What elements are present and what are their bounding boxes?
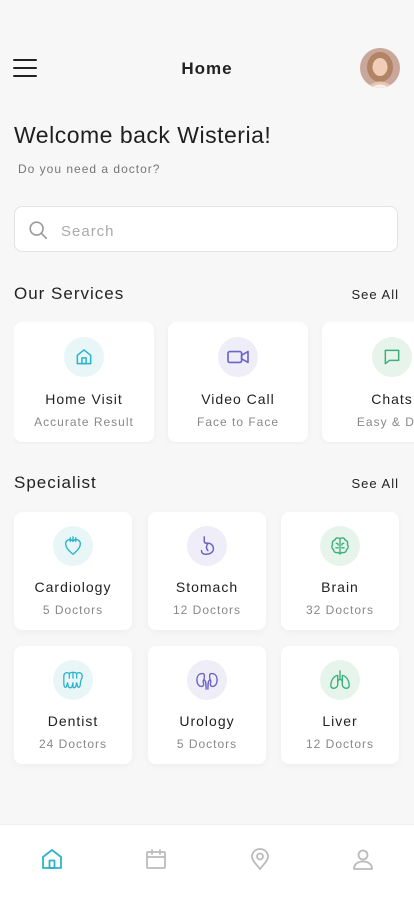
specialist-card-stomach[interactable]: Stomach 12 Doctors xyxy=(148,512,266,630)
specialist-title: Cardiology xyxy=(34,579,112,595)
search-input[interactable] xyxy=(59,217,383,245)
service-icon-bg xyxy=(218,337,258,377)
avatar[interactable] xyxy=(360,48,400,88)
welcome-heading: Welcome back Wisteria! xyxy=(14,122,272,148)
welcome-subtitle: Do you need a doctor? xyxy=(18,162,161,176)
stomach-icon xyxy=(200,536,215,555)
service-icon-bg xyxy=(64,337,104,377)
specialist-see-all-link[interactable]: See All xyxy=(352,476,399,491)
chat-icon xyxy=(384,349,400,365)
service-subtitle: Accurate Result xyxy=(34,415,134,429)
service-title: Chats xyxy=(371,391,413,407)
specialist-icon-bg xyxy=(320,526,360,566)
specialist-icon-bg xyxy=(187,526,227,566)
specialist-card-cardiology[interactable]: Cardiology 5 Doctors xyxy=(14,512,132,630)
video-icon xyxy=(227,350,249,364)
service-subtitle: Easy & Diff xyxy=(356,415,414,429)
tab-calendar[interactable] xyxy=(144,847,168,871)
service-card-home-visit[interactable]: Home Visit Accurate Result xyxy=(14,322,154,442)
specialist-card-liver[interactable]: Liver 12 Doctors xyxy=(281,646,399,764)
services-see-all-link[interactable]: See All xyxy=(352,287,399,302)
profile-icon xyxy=(353,849,373,870)
app-header: Home xyxy=(0,44,414,92)
services-title: Our Services xyxy=(14,284,125,303)
service-card-video-call[interactable]: Video Call Face to Face xyxy=(168,322,308,442)
brain-icon xyxy=(331,537,349,555)
specialist-icon-bg xyxy=(53,526,93,566)
specialist-card-brain[interactable]: Brain 32 Doctors xyxy=(281,512,399,630)
specialist-title: Dentist xyxy=(47,713,99,729)
specialist-doctor-count: 12 Doctors xyxy=(172,603,242,617)
specialist-title: Urology xyxy=(179,713,235,729)
search-icon xyxy=(29,221,48,240)
service-icon-bg xyxy=(372,337,412,377)
service-card-chats[interactable]: Chats Easy & Diff xyxy=(322,322,414,442)
specialist-card-dentist[interactable]: Dentist 24 Doctors xyxy=(14,646,132,764)
specialist-card-urology[interactable]: Urology 5 Doctors xyxy=(148,646,266,764)
service-subtitle: Face to Face xyxy=(196,415,280,429)
specialist-icon-bg xyxy=(53,660,93,700)
home-icon xyxy=(42,849,62,869)
specialist-doctor-count: 5 Doctors xyxy=(176,737,238,751)
service-title: Home Visit xyxy=(45,391,123,407)
tab-location[interactable] xyxy=(248,847,272,871)
specialist-doctor-count: 5 Doctors xyxy=(42,603,104,617)
specialist-doctor-count: 24 Doctors xyxy=(38,737,108,751)
specialist-title: Specialist xyxy=(14,473,97,492)
calendar-icon xyxy=(146,849,166,869)
kidney-icon xyxy=(196,672,218,690)
specialist-doctor-count: 12 Doctors xyxy=(305,737,375,751)
specialist-title: Stomach xyxy=(175,579,239,595)
specialist-icon-bg xyxy=(320,660,360,700)
location-pin-icon xyxy=(251,848,269,870)
page-title: Home xyxy=(181,59,233,78)
search-box xyxy=(14,206,398,252)
service-title: Video Call xyxy=(201,391,275,407)
specialist-icon-bg xyxy=(187,660,227,700)
home-icon xyxy=(76,349,92,365)
tooth-icon xyxy=(63,671,83,689)
services-carousel[interactable]: Home Visit Accurate Result Video Call Fa… xyxy=(14,322,414,444)
bottom-tab-bar xyxy=(0,824,414,897)
lungs-icon xyxy=(330,670,350,689)
heart-icon xyxy=(64,536,82,555)
tab-home[interactable] xyxy=(40,847,64,871)
specialist-title: Liver xyxy=(322,713,358,729)
specialist-title: Brain xyxy=(321,579,359,595)
specialist-doctor-count: 32 Doctors xyxy=(305,603,375,617)
tab-profile[interactable] xyxy=(351,847,375,871)
